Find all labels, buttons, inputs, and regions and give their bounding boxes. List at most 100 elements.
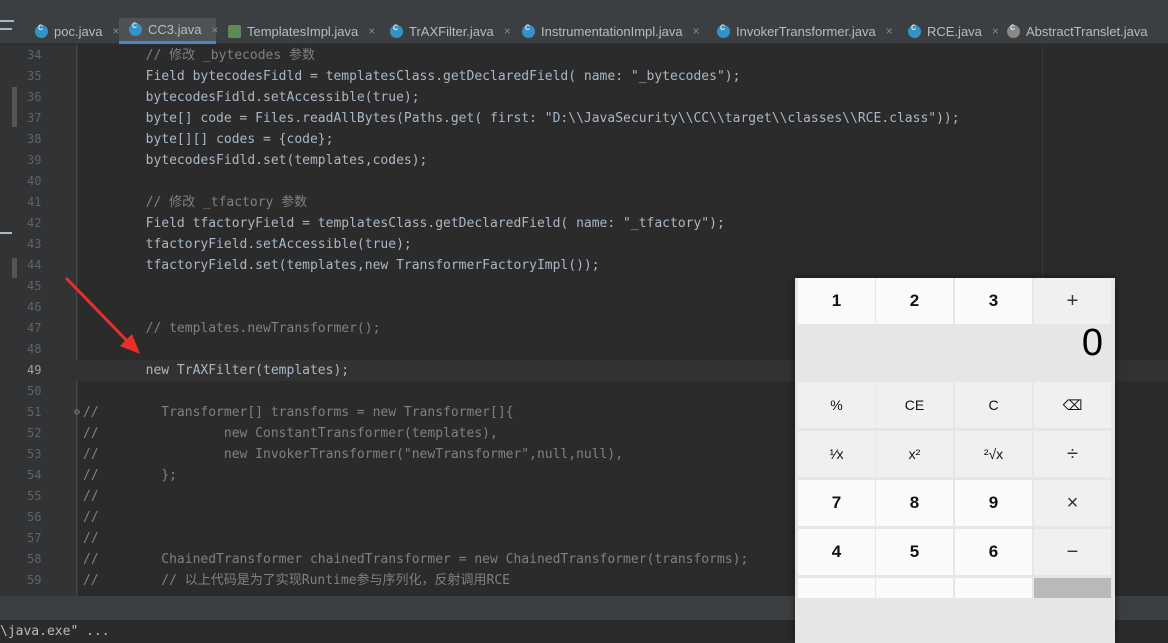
- tab-label: CC3.java: [148, 22, 202, 37]
- line-number: 51: [27, 405, 42, 419]
- code-text: // // 以上代码是为了实现Runtime参与序列化，反射调用RCE: [83, 573, 511, 588]
- tab-traxfilter-java[interactable]: TrAXFilter.java ×: [380, 18, 511, 44]
- line-number: 50: [27, 384, 42, 398]
- key-multiply-button[interactable]: ×: [1034, 480, 1111, 526]
- calculator-window[interactable]: ⤢ ✕ 0 %CEC⌫¹⁄xx²²√x÷789×456−123+: [795, 278, 1115, 643]
- line-number: 59: [27, 573, 42, 587]
- code-line[interactable]: 34 // 修改 _bytecodes 参数: [0, 45, 1168, 66]
- code-text: // ChainedTransformer chainedTransformer…: [83, 552, 749, 567]
- code-text: tfactoryField.set(templates,new Transfor…: [83, 258, 600, 273]
- java-class-icon: [390, 22, 403, 38]
- tab-instrumentationimpl-java[interactable]: InstrumentationImpl.java ×: [512, 18, 705, 44]
- code-line[interactable]: 43 tfactoryField.setAccessible(true);: [0, 234, 1168, 255]
- key-backspace-button[interactable]: ⌫: [1034, 382, 1111, 428]
- close-tab-icon[interactable]: ×: [368, 24, 375, 38]
- key-seven-button[interactable]: 7: [798, 480, 875, 526]
- code-text: //: [83, 510, 99, 525]
- code-text: // 修改 _tfactory 参数: [83, 195, 308, 210]
- key-percent-button[interactable]: %: [798, 382, 875, 428]
- key-divide-button[interactable]: ÷: [1034, 431, 1111, 477]
- code-text: // };: [83, 468, 177, 483]
- code-line[interactable]: 37 byte[] code = Files.readAllBytes(Path…: [0, 108, 1168, 129]
- key-nine-button[interactable]: 9: [955, 480, 1032, 526]
- key-two-button[interactable]: 2: [876, 278, 953, 324]
- code-line[interactable]: 41 // 修改 _tfactory 参数: [0, 192, 1168, 213]
- tab-cc3-java[interactable]: CC3.java×: [119, 18, 218, 44]
- line-number: 49: [27, 363, 42, 377]
- close-tab-icon[interactable]: ×: [504, 24, 511, 38]
- key-six-button[interactable]: 6: [955, 529, 1032, 575]
- tab-label: InstrumentationImpl.java: [541, 23, 683, 39]
- tab-poc-java[interactable]: poc.java×: [25, 18, 119, 44]
- fold-icon[interactable]: ⊖: [74, 402, 80, 423]
- line-number: 57: [27, 531, 42, 545]
- code-text: byte[] code = Files.readAllBytes(Paths.g…: [83, 111, 960, 126]
- code-line[interactable]: 40: [0, 171, 1168, 192]
- key-minus-button[interactable]: −: [1034, 529, 1111, 575]
- line-number: 34: [27, 48, 42, 62]
- red-arrow-annotation: [64, 276, 140, 354]
- tab-invokertransformer-java[interactable]: InvokerTransformer.java ×: [707, 18, 897, 44]
- code-line[interactable]: 36 bytecodesFidld.setAccessible(true);: [0, 87, 1168, 108]
- tab-label: TemplatesImpl.java: [247, 23, 359, 39]
- line-number: 54: [27, 468, 42, 482]
- java-class-icon: [908, 22, 921, 38]
- line-number: 37: [27, 111, 42, 125]
- key-plus-button[interactable]: +: [1034, 278, 1111, 324]
- tab-label: InvokerTransformer.java: [736, 23, 876, 39]
- tab-rce-java[interactable]: RCE.java×: [898, 18, 999, 44]
- code-text: new TrAXFilter(templates);: [83, 363, 350, 378]
- tab-label: TrAXFilter.java: [409, 23, 494, 39]
- code-text: Field bytecodesFidld = templatesClass.ge…: [83, 69, 741, 84]
- key-eight-button[interactable]: 8: [876, 480, 953, 526]
- tab-bar-collapse-icon[interactable]: [0, 20, 14, 22]
- key-square-button[interactable]: x²: [876, 431, 953, 477]
- tab-abstracttranslet-java[interactable]: AbstractTranslet.java: [997, 18, 1148, 44]
- code-text: // 修改 _bytecodes 参数: [83, 48, 316, 63]
- line-number: 55: [27, 489, 42, 503]
- java-class-icon: [522, 22, 535, 38]
- line-number: 45: [27, 279, 42, 293]
- code-text: bytecodesFidld.setAccessible(true);: [83, 90, 420, 105]
- key-sqrt-button[interactable]: ²√x: [955, 431, 1032, 477]
- code-line[interactable]: 42 Field tfactoryField = templatesClass.…: [0, 213, 1168, 234]
- key-equals-button[interactable]: [1034, 578, 1111, 598]
- tab-label: poc.java: [54, 23, 103, 39]
- java-class-icon: [717, 22, 730, 38]
- collapse-marker-icon[interactable]: [0, 28, 12, 30]
- code-text: // new InvokerTransformer("newTransforme…: [83, 447, 624, 462]
- run-console-text: \java.exe" ...: [0, 624, 110, 639]
- key-partial-button[interactable]: [798, 578, 875, 598]
- key-clear-entry-button[interactable]: CE: [876, 382, 953, 428]
- close-tab-icon[interactable]: ×: [886, 24, 893, 38]
- code-text: byte[][] codes = {code};: [83, 132, 334, 147]
- calculator-display: 0: [1081, 322, 1103, 364]
- code-line[interactable]: 44 tfactoryField.set(templates,new Trans…: [0, 255, 1168, 276]
- line-number: 39: [27, 153, 42, 167]
- key-three-button[interactable]: 3: [955, 278, 1032, 324]
- key-partial-button[interactable]: [955, 578, 1032, 598]
- code-text: //: [83, 489, 99, 504]
- key-five-button[interactable]: 5: [876, 529, 953, 575]
- key-reciprocal-button[interactable]: ¹⁄x: [798, 431, 875, 477]
- line-number: 40: [27, 174, 42, 188]
- code-line[interactable]: 38 byte[][] codes = {code};: [0, 129, 1168, 150]
- line-number: 53: [27, 447, 42, 461]
- code-line[interactable]: 35 Field bytecodesFidld = templatesClass…: [0, 66, 1168, 87]
- close-tab-icon[interactable]: ×: [693, 24, 700, 38]
- key-partial-button[interactable]: [876, 578, 953, 598]
- java-class-icon: [129, 20, 142, 36]
- key-clear-button[interactable]: C: [955, 382, 1032, 428]
- line-number: 52: [27, 426, 42, 440]
- line-number: 48: [27, 342, 42, 356]
- line-number: 35: [27, 69, 42, 83]
- line-number: 38: [27, 132, 42, 146]
- code-text: // Transformer[] transforms = new Transf…: [83, 405, 514, 420]
- line-number: 58: [27, 552, 42, 566]
- tab-templatesimpl-java[interactable]: TemplatesImpl.java ×: [218, 18, 378, 44]
- line-number: 44: [27, 258, 42, 272]
- line-number: 46: [27, 300, 42, 314]
- key-one-button[interactable]: 1: [798, 278, 875, 324]
- key-four-button[interactable]: 4: [798, 529, 875, 575]
- code-line[interactable]: 39 bytecodesFidld.set(templates,codes);: [0, 150, 1168, 171]
